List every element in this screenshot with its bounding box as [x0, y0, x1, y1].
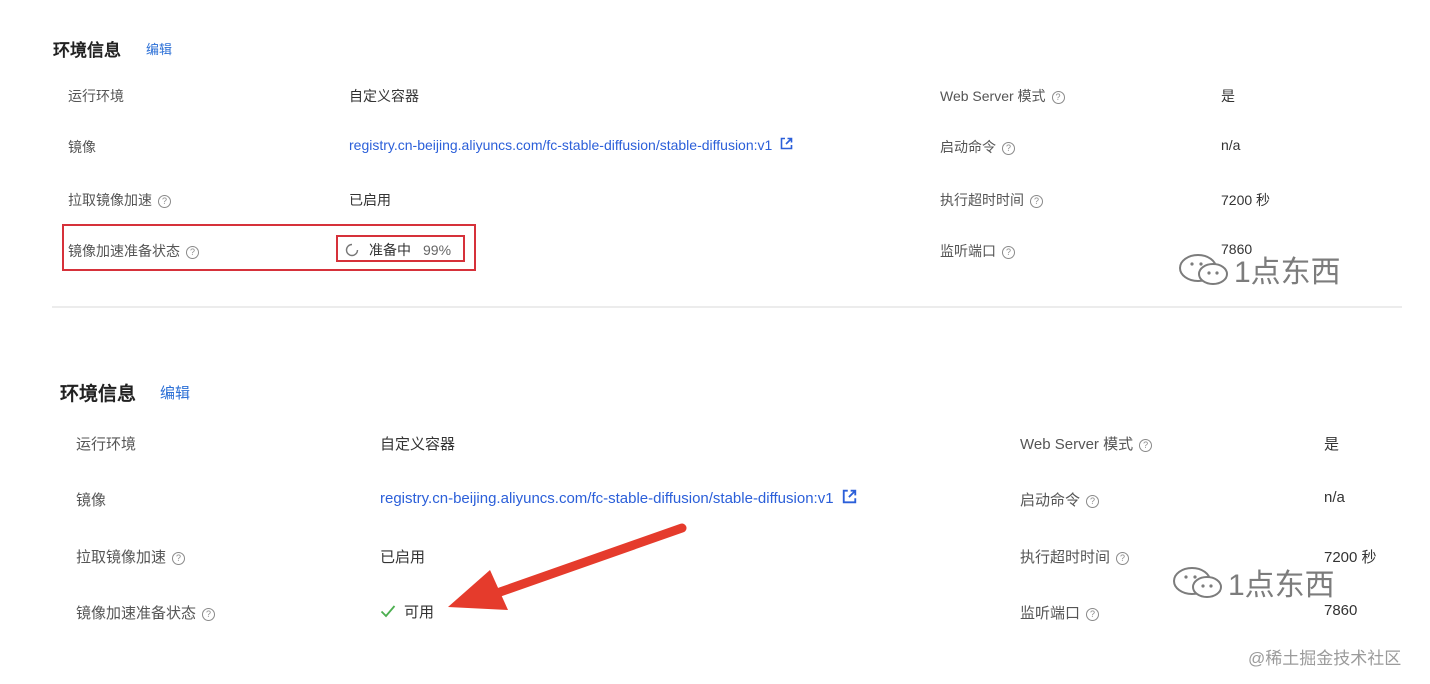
credit-text: @稀土掘金技术社区	[1248, 649, 1402, 668]
panel1-webserver-label: Web Server 模式?	[940, 86, 1065, 106]
loading-spinner-icon	[345, 243, 359, 260]
panel1-accel-label: 拉取镜像加速?	[68, 190, 171, 210]
help-circle-icon[interactable]: ?	[1086, 494, 1100, 508]
help-circle-icon[interactable]: ?	[1139, 438, 1153, 452]
panel1-timeout-label-text: 执行超时时间	[940, 192, 1024, 208]
external-link-icon[interactable]	[842, 489, 857, 509]
help-circle-icon[interactable]: ?	[202, 607, 216, 621]
status-percent: 99%	[423, 242, 452, 258]
panel1-timeout-label: 执行超时时间?	[940, 190, 1043, 210]
help-circle-icon[interactable]: ?	[1002, 141, 1015, 155]
panel2-startcmd-label: 启动命令?	[1020, 489, 1100, 510]
watermark-2: 1点东西	[1172, 560, 1335, 608]
panel1-runtime-label: 运行环境	[68, 88, 124, 104]
help-circle-icon[interactable]: ?	[1116, 551, 1130, 565]
panel2-image-label: 镜像	[76, 492, 107, 509]
panel2-webserver-label-text: Web Server 模式	[1020, 436, 1134, 453]
panel2-image-value: registry.cn-beijing.aliyuncs.com/fc-stab…	[380, 489, 857, 509]
panel1-runtime-value: 自定义容器	[349, 88, 419, 104]
help-circle-icon[interactable]: ?	[186, 245, 199, 259]
help-circle-icon[interactable]: ?	[1002, 245, 1015, 259]
panel2-title: 环境信息	[60, 384, 137, 405]
panel1-title: 环境信息	[53, 41, 121, 60]
watermark-1: 1点东西	[1178, 247, 1341, 295]
panel2-runtime-label: 运行环境	[76, 436, 137, 453]
panel1-startcmd-value: n/a	[1221, 137, 1241, 153]
panel2-edit-link[interactable]: 编辑	[160, 382, 190, 403]
wechat-icon	[1178, 253, 1230, 295]
panel1-image-label: 镜像	[68, 139, 96, 155]
panel2-status-label: 镜像加速准备状态?	[76, 602, 216, 623]
panel1-webserver-label-text: Web Server 模式	[940, 88, 1046, 104]
panel1-status-value: 准备中 99%	[345, 240, 451, 260]
help-circle-icon[interactable]: ?	[172, 551, 186, 565]
panel2-startcmd-value: n/a	[1324, 489, 1345, 506]
panel1-accel-value: 已启用	[349, 192, 391, 208]
help-circle-icon[interactable]: ?	[1086, 607, 1100, 621]
panel1-timeout-value: 7200 秒	[1221, 192, 1271, 208]
panel1-image-value: registry.cn-beijing.aliyuncs.com/fc-stab…	[349, 137, 793, 155]
status-preparing-text: 准备中	[369, 242, 411, 258]
panel2-accel-label: 拉取镜像加速?	[76, 546, 186, 567]
panel2-startcmd-label-text: 启动命令	[1020, 492, 1081, 509]
status-available-text: 可用	[404, 604, 435, 621]
help-circle-icon[interactable]: ?	[1051, 90, 1065, 104]
wechat-icon	[1172, 566, 1224, 608]
panel2-status-value: 可用	[380, 601, 434, 622]
watermark-text: 1点东西	[1234, 256, 1341, 289]
check-icon	[380, 604, 396, 622]
panel2-status-label-text: 镜像加速准备状态	[76, 605, 197, 622]
panel1-port-label: 监听端口?	[940, 241, 1015, 261]
watermark-text: 1点东西	[1228, 569, 1335, 602]
panel2-webserver-value: 是	[1324, 436, 1340, 453]
panel1-port-label-text: 监听端口	[940, 243, 996, 259]
help-circle-icon[interactable]: ?	[158, 194, 171, 208]
panel1-status-label: 镜像加速准备状态?	[68, 241, 199, 261]
panel2-port-label-text: 监听端口	[1020, 605, 1081, 622]
panel2-accel-label-text: 拉取镜像加速	[76, 549, 167, 566]
panel2-webserver-label: Web Server 模式?	[1020, 433, 1153, 454]
panel2-runtime-value: 自定义容器	[380, 436, 456, 453]
section-divider	[52, 306, 1402, 308]
panel2-port-label: 监听端口?	[1020, 602, 1100, 623]
annotation-arrow	[448, 523, 687, 610]
panel1-startcmd-label: 启动命令?	[940, 137, 1015, 157]
panel1-startcmd-label-text: 启动命令	[940, 139, 996, 155]
panel1-edit-link[interactable]: 编辑	[146, 39, 172, 58]
panel1-status-label-text: 镜像加速准备状态	[68, 243, 180, 259]
help-circle-icon[interactable]: ?	[1030, 194, 1043, 208]
panel2-image-link[interactable]: registry.cn-beijing.aliyuncs.com/fc-stab…	[380, 490, 834, 507]
panel1-webserver-value: 是	[1221, 88, 1235, 104]
panel1-accel-label-text: 拉取镜像加速	[68, 192, 152, 208]
panel2-timeout-label-text: 执行超时时间	[1020, 549, 1111, 566]
panel1-image-link[interactable]: registry.cn-beijing.aliyuncs.com/fc-stab…	[349, 137, 772, 153]
panel2-timeout-label: 执行超时时间?	[1020, 546, 1130, 567]
panel2-accel-value: 已启用	[380, 549, 426, 566]
external-link-icon[interactable]	[780, 137, 793, 155]
